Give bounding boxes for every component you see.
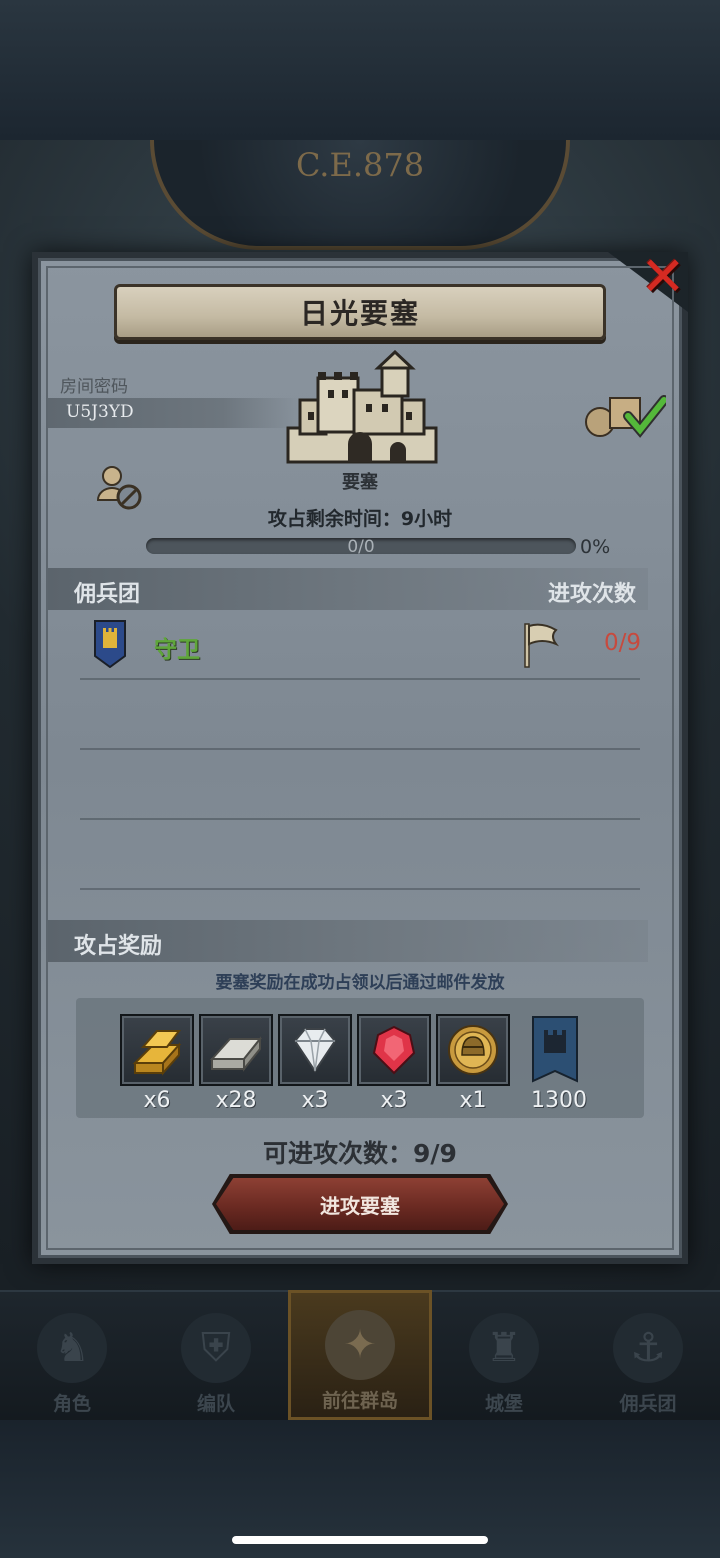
- nav-item-castle[interactable]: ♜ 城堡: [432, 1290, 576, 1420]
- banner-token-icon[interactable]: [515, 1014, 595, 1086]
- guard-shield-icon: [94, 620, 126, 668]
- supplies-check-icon[interactable]: [584, 388, 666, 438]
- row-divider: [80, 818, 640, 820]
- compass-map-icon: ✦: [325, 1310, 395, 1380]
- mercenary-header: 佣兵团: [74, 582, 141, 607]
- guard-name[interactable]: 守卫: [154, 630, 200, 664]
- nav-item-mercenary[interactable]: ⚓ 佣兵团: [576, 1290, 720, 1420]
- gold-helmet-coin-icon[interactable]: [436, 1014, 510, 1086]
- top-status-area: [0, 0, 720, 140]
- close-icon[interactable]: ✕: [636, 250, 690, 304]
- year-banner: C.E.878: [150, 140, 570, 250]
- flag-icon: [524, 623, 560, 668]
- gold-bars-icon[interactable]: [120, 1014, 194, 1086]
- room-code[interactable]: U5J3YD: [66, 402, 134, 422]
- attack-fortress-button[interactable]: 进攻要塞: [216, 1178, 504, 1230]
- row-divider: [80, 748, 640, 750]
- helmet-icon: ⛨: [181, 1313, 251, 1383]
- nav-label: 编队: [196, 1393, 235, 1415]
- nav-label: 城堡: [484, 1393, 523, 1415]
- ship-icon: ⚓: [613, 1313, 683, 1383]
- ruby-icon[interactable]: [357, 1014, 431, 1086]
- nav-label: 前往群岛: [321, 1390, 398, 1412]
- progress-percent: 0%: [580, 536, 611, 558]
- attack-count-header: 进攻次数: [548, 582, 637, 607]
- title-banner: 日光要塞: [114, 284, 606, 340]
- reward-note: 要塞奖励在成功占领以后通过邮件发放: [215, 973, 505, 993]
- diamond-icon[interactable]: [278, 1014, 352, 1086]
- nav-label: 角色: [52, 1393, 91, 1415]
- reward-qty: x3: [301, 1088, 329, 1113]
- reward-qty: x6: [143, 1088, 171, 1113]
- reward-qty: 1300: [531, 1088, 587, 1113]
- year-text: C.E.878: [295, 146, 425, 184]
- nav-item-formation[interactable]: ⛨ 编队: [144, 1290, 288, 1420]
- home-indicator[interactable]: [232, 1536, 488, 1544]
- attack-button-label: 进攻要塞: [320, 1193, 400, 1218]
- castle-icon: ♜: [469, 1313, 539, 1383]
- nav-item-islands[interactable]: ✦ 前往群岛: [288, 1290, 432, 1420]
- row-divider: [80, 888, 640, 890]
- guard-attack-count: 0/9: [604, 630, 642, 656]
- progress-count: 0/0: [347, 537, 375, 557]
- available-attacks: 可进攻次数：9/9: [263, 1139, 457, 1168]
- silver-ingot-icon[interactable]: [199, 1014, 273, 1086]
- reward-qty: x3: [380, 1088, 408, 1113]
- time-remaining: 攻占剩余时间：9小时: [267, 508, 453, 530]
- reward-qty: x1: [459, 1088, 487, 1113]
- fortress-castle-icon: [286, 350, 438, 464]
- nav-item-character[interactable]: ♞ 角色: [0, 1290, 144, 1420]
- dialog-title: 日光要塞: [299, 297, 420, 330]
- nav-label: 佣兵团: [619, 1393, 677, 1415]
- reward-qty: x28: [215, 1088, 257, 1113]
- knight-icon: ♞: [37, 1313, 107, 1383]
- reward-header: 攻占奖励: [74, 934, 163, 959]
- row-divider: [80, 678, 640, 680]
- room-password-label: 房间密码: [60, 377, 128, 397]
